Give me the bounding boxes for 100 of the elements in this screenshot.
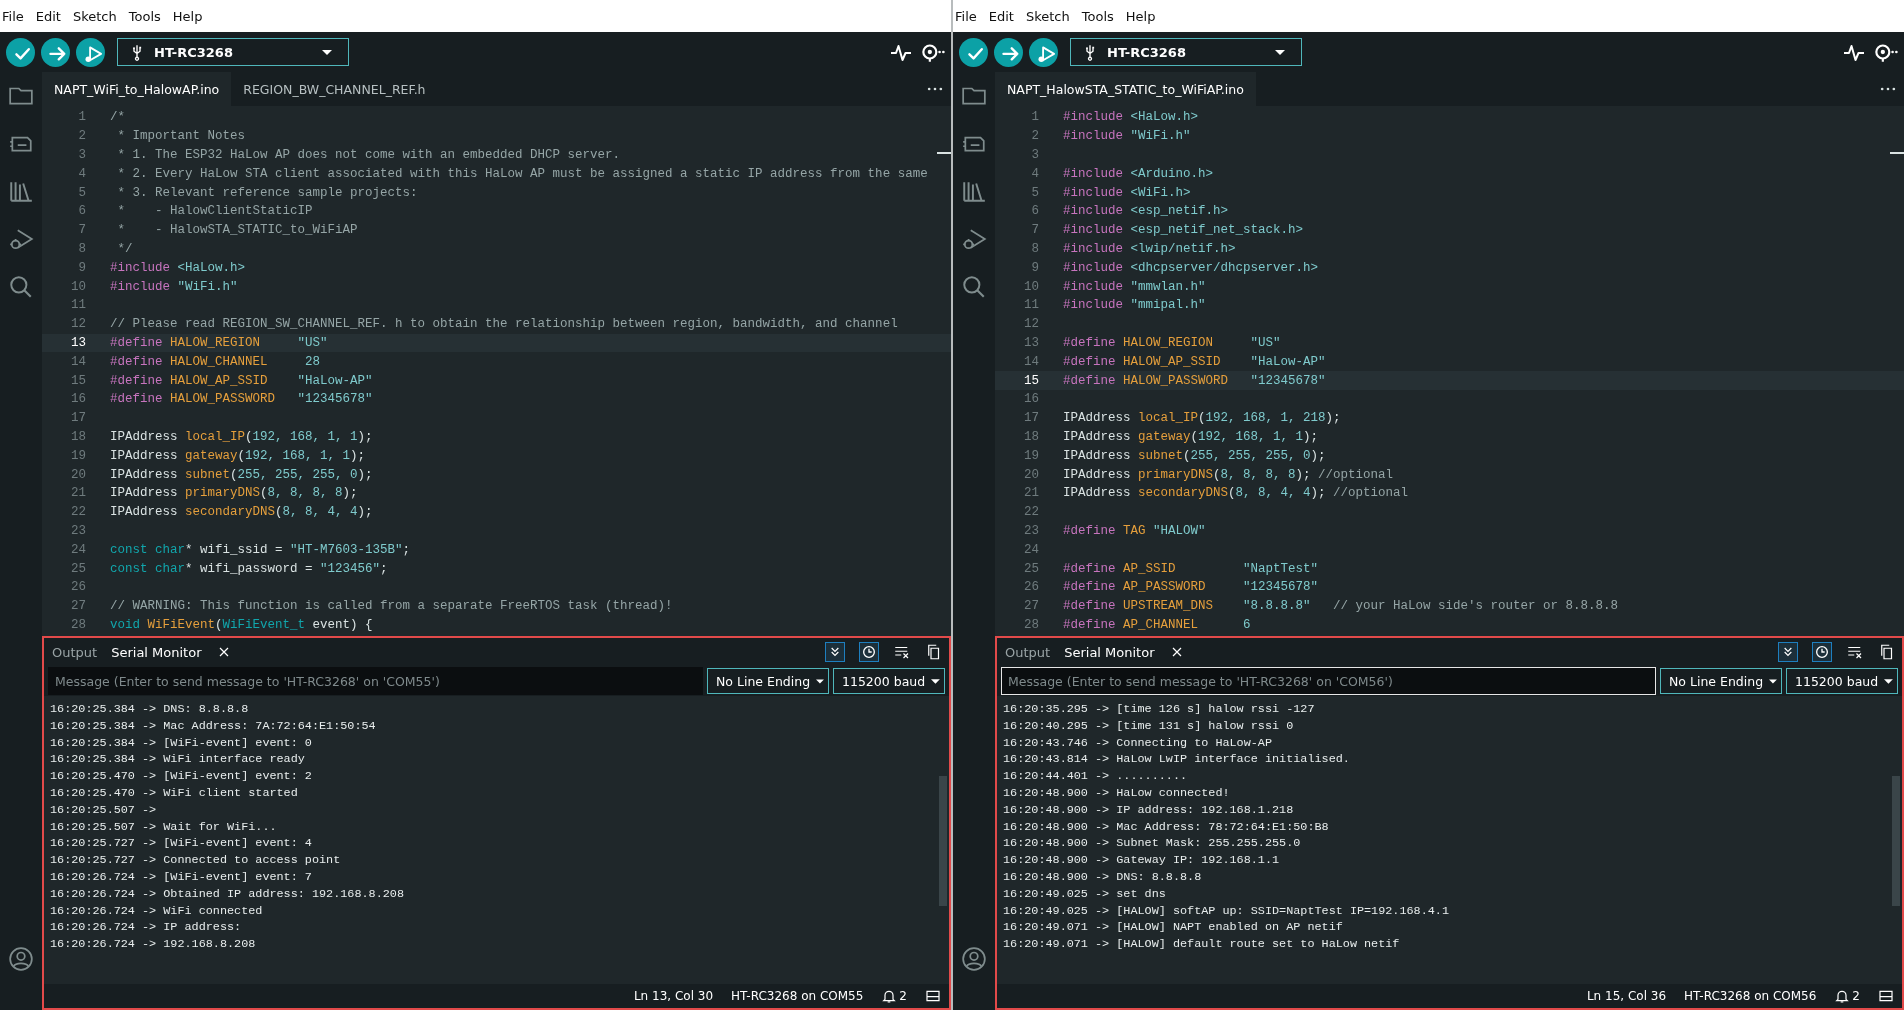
menu-item[interactable]: Edit: [29, 8, 67, 24]
caret-icon: [322, 49, 332, 55]
line-number: 12: [1023, 317, 1040, 332]
panel-icon[interactable]: [925, 988, 941, 1004]
line-number: 10: [1023, 279, 1040, 294]
menu-item[interactable]: Help: [166, 8, 209, 24]
search-icon[interactable]: [8, 274, 34, 300]
code-line: IPAddress subnet(255, 255, 255, 0);: [1063, 448, 1326, 463]
timestamp-button[interactable]: [859, 642, 879, 662]
line-number: 22: [70, 505, 87, 520]
menu-item[interactable]: Edit: [982, 8, 1020, 24]
code-line: #define HALOW_REGION "US": [1063, 335, 1281, 350]
menu-item[interactable]: Sketch: [1019, 8, 1076, 24]
board-port[interactable]: HT-RC3268 on COM55: [731, 989, 864, 1003]
line-number: 20: [1023, 467, 1040, 482]
file-tab[interactable]: NAPT_HalowSTA_STATIC_to_WiFiAP.ino: [995, 72, 1256, 106]
message-field[interactable]: Message (Enter to send message to 'HT-RC3268' on 'COM55'): [48, 667, 703, 695]
account-icon[interactable]: [8, 946, 34, 972]
code-line: #include <HaLow.h>: [1063, 110, 1199, 125]
code-line: IPAddress local_IP(192, 168, 1, 218);: [1063, 411, 1341, 426]
bell-icon[interactable]: [881, 988, 898, 1004]
cursor-position[interactable]: Ln 15, Col 36: [1586, 989, 1667, 1003]
clock-icon: [861, 644, 877, 660]
code-line: IPAddress local_IP(192, 168, 1, 1);: [110, 429, 373, 444]
clock-icon: [1814, 644, 1830, 660]
code-line: #include <WiFi.h>: [1063, 185, 1191, 200]
line-number: 22: [1023, 505, 1040, 520]
baud-rate-dropdown[interactable]: 115200 baud: [833, 668, 945, 694]
line-number: 3: [77, 148, 87, 162]
code-line: #include "mmwlan.h": [1063, 279, 1206, 294]
line-number: 9: [77, 260, 87, 275]
caret-icon: [931, 678, 940, 684]
panel-icon[interactable]: [1878, 988, 1894, 1004]
panel-tab[interactable]: Output: [1005, 644, 1051, 660]
cursor-position[interactable]: Ln 13, Col 30: [633, 989, 714, 1003]
menu-item[interactable]: File: [953, 8, 983, 24]
code-line: #define AP_PASSWORD "12345678": [1063, 580, 1319, 595]
search-icon[interactable]: [961, 274, 987, 300]
line-number: 18: [1023, 429, 1040, 444]
code-line: IPAddress primaryDNS(8, 8, 8, 8); //optional: [1063, 467, 1394, 482]
debug-button[interactable]: [1029, 37, 1058, 67]
code-line: #define HALOW_AP_SSID "HaLow-AP": [110, 373, 373, 388]
timestamp-button[interactable]: [1812, 642, 1832, 662]
line-number: 25: [1023, 561, 1040, 576]
code-line: // Please read REGION_SW_CHANNEL_REF. h to obtain the relationship between region, bandwidth, and channel: [110, 317, 898, 332]
autoscroll-button[interactable]: [825, 642, 845, 662]
log-line: 16:20:48.900 -> Mac Address: 78:72:64:E1:50:B8: [1003, 818, 1330, 836]
bell-icon[interactable]: [1834, 988, 1851, 1004]
code-line: #define UPSTREAM_DNS "8.8.8.8" // your HaLow side's router or 8.8.8.8: [1063, 599, 1619, 614]
menu-item[interactable]: Tools: [122, 8, 167, 24]
board-selector[interactable]: HT-RC3268: [117, 38, 349, 66]
panel-tab[interactable]: Serial Monitor: [1064, 644, 1155, 660]
upload-button[interactable]: [994, 37, 1023, 67]
verify-button[interactable]: [6, 37, 35, 67]
line-number: 16: [70, 392, 87, 407]
line-number: 26: [70, 580, 87, 595]
code-line: #include "WiFi.h": [110, 279, 238, 294]
line-number: 1: [1030, 110, 1040, 125]
caret-icon: [1275, 49, 1285, 55]
board-selector[interactable]: HT-RC3268: [1070, 38, 1302, 66]
line-ending-dropdown[interactable]: No Line Ending: [1660, 668, 1782, 694]
line-number: 13: [1023, 335, 1040, 350]
menu-item[interactable]: Tools: [1075, 8, 1120, 24]
line-number: 18: [70, 429, 87, 444]
code-line: #include <lwip/netif.h>: [1063, 241, 1236, 256]
line-number: 19: [1023, 448, 1040, 463]
baud-rate-dropdown[interactable]: 115200 baud: [1786, 668, 1898, 694]
code-line: #define HALOW_PASSWORD "12345678": [1063, 373, 1326, 388]
code-line: #define HALOW_REGION "US": [110, 335, 328, 350]
code-line: #include <esp_netif_net_stack.h>: [1063, 223, 1304, 238]
line-number: 23: [70, 523, 87, 538]
line-ending-dropdown[interactable]: No Line Ending: [707, 668, 829, 694]
menu-item[interactable]: Sketch: [66, 8, 123, 24]
code-line: #include <HaLow.h>: [110, 260, 246, 275]
panel-tab[interactable]: Serial Monitor: [111, 644, 202, 660]
verify-button[interactable]: [959, 37, 988, 67]
account-icon[interactable]: [961, 946, 987, 972]
upload-button[interactable]: [41, 37, 70, 67]
log-line: 16:20:44.401 -> ..........: [1003, 768, 1189, 785]
line-number: 8: [77, 241, 87, 256]
board-port[interactable]: HT-RC3268 on COM56: [1684, 989, 1817, 1003]
file-tab[interactable]: REGION_BW_CHANNEL_REF.h: [231, 72, 438, 106]
code-line: * 1. The ESP32 HaLow AP does not come with an embedded DHCP server.: [116, 148, 621, 162]
panel-tab[interactable]: Output: [52, 644, 98, 660]
scroll-marker: [937, 152, 951, 154]
scrollbar[interactable]: [1892, 776, 1900, 906]
debug-button[interactable]: [76, 37, 105, 67]
file-tab[interactable]: NAPT_WiFi_to_HalowAP.ino: [42, 72, 232, 106]
log-line: 16:20:35.295 -> [time 126 s] halow rssi -127: [1003, 701, 1316, 718]
scrollbar[interactable]: [939, 776, 947, 906]
line-number: 2: [77, 129, 87, 144]
code-line: const char* wifi_ssid = "HT-M7603-135B";: [110, 542, 411, 557]
menu-item[interactable]: Help: [1119, 8, 1162, 24]
code-line: #define HALOW_CHANNEL 28: [110, 354, 321, 369]
line-number: 28: [70, 617, 87, 632]
line-number: 6: [1030, 204, 1040, 219]
menu-item[interactable]: File: [0, 8, 30, 24]
autoscroll-button[interactable]: [1778, 642, 1798, 662]
line-number: 6: [77, 204, 87, 219]
code-line: void WiFiEvent(WiFiEvent_t event) {: [110, 617, 373, 632]
